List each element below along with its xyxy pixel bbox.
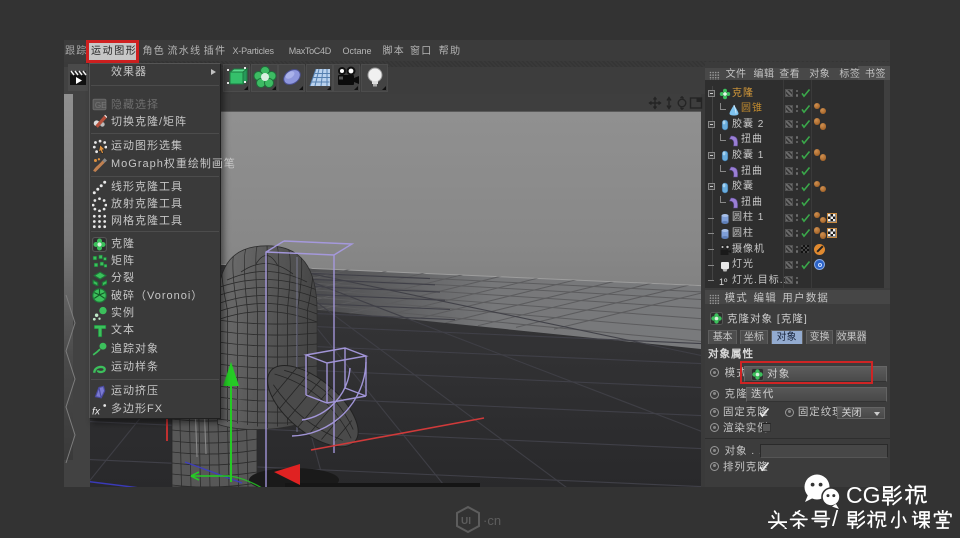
- svg-text:fx: fx: [92, 406, 101, 416]
- svg-text:1º: 1º: [719, 277, 728, 287]
- svg-text:UI: UI: [461, 516, 471, 527]
- svg-text:·cn: ·cn: [483, 513, 501, 528]
- svg-text:GE: GE: [95, 101, 107, 110]
